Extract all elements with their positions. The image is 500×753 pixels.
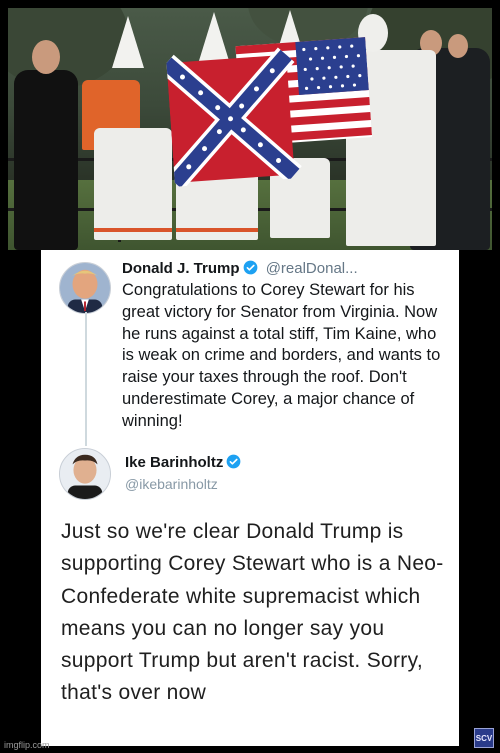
reply-display-name[interactable]: Ike Barinholtz [125,454,241,471]
tweet-header: Donald J. Trump @realDonal... [122,260,358,277]
rally-photo [8,8,492,250]
reply-name-text: Ike Barinholtz [125,454,224,471]
person-head [32,40,60,74]
reply-user-handle[interactable]: @ikebarinholtz [125,476,218,492]
user-handle[interactable]: @realDonal... [266,260,358,277]
thread-connector-line [85,312,87,446]
corner-badge: SCV [474,728,494,748]
avatar-image [60,263,110,313]
reply-tweet-text: Just so we're clear Donald Trump is supp… [61,520,444,705]
trump-avatar[interactable] [59,262,111,314]
tweet-card: Donald J. Trump @realDonal... Congratula… [41,250,459,746]
white-hood [112,16,144,68]
robe-trim [94,228,172,232]
person-head [448,34,468,58]
tweet-text: Congratulations to Corey Stewart for his… [122,281,441,430]
imgflip-watermark: imgflip.com [4,740,50,750]
avatar-image [60,449,110,499]
white-robe [94,128,172,240]
person-black-jacket [14,70,78,250]
display-name[interactable]: Donald J. Trump [122,260,240,277]
robe-trim [176,228,258,232]
verified-badge-icon [226,454,241,469]
verified-badge-icon [243,260,257,275]
barinholtz-avatar[interactable] [59,448,111,500]
flags [165,37,373,187]
